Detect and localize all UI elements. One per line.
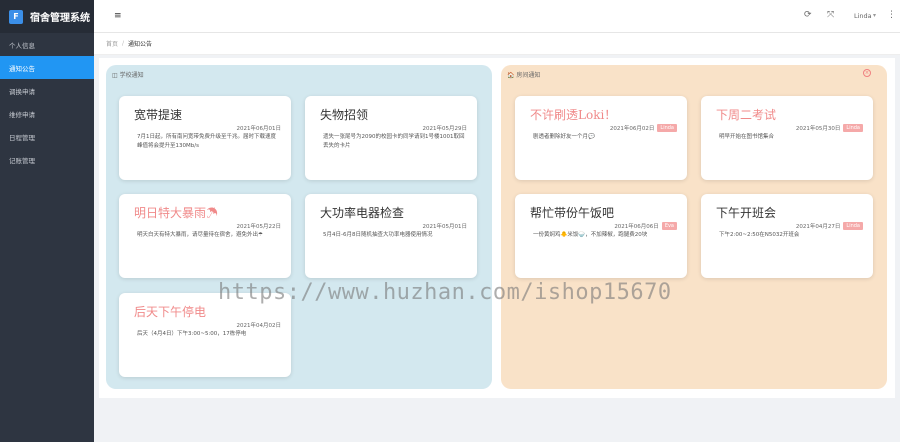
card-title: 下周二考试 (716, 108, 777, 122)
author-badge: Linda (843, 124, 863, 132)
sidebar-item-notices[interactable]: 通知公告 (0, 56, 94, 79)
card-meta: 2021年06月01日 (237, 124, 282, 132)
sidebar-item-profile[interactable]: 个人信息 (0, 33, 94, 56)
app-logo-icon: F (9, 9, 23, 24)
card-meta: 2021年05月30日 Linda (796, 124, 863, 132)
sidebar-item-accounting[interactable]: 记账管理 (0, 148, 94, 171)
card-body: 明早开始在图书馆集合 (719, 134, 775, 140)
card-body: 遗失一张尾号为2090的校园卡的同学请到1号楼1001取回丢失的卡片 (323, 134, 465, 149)
watermark-text: https://www.huzhan.com/ishop15670 (218, 280, 672, 305)
card-date: 2021年06月01日 (236, 126, 282, 132)
card-date: 2021年05月22日 (236, 224, 282, 230)
sidebar-item-swap-request[interactable]: 调换申请 (0, 79, 94, 102)
card-meta: 2021年05月01日 (423, 222, 468, 230)
notice-card[interactable]: 宽带提速 2021年06月01日 7月1日起，所有南问宽带免费升级至千兆。届时下… (119, 96, 291, 180)
card-meta: 2021年05月22日 (237, 222, 282, 230)
panel-title: 🏠 房间通知 (507, 72, 541, 79)
fullscreen-icon[interactable]: ⤧ (827, 10, 834, 20)
notice-card[interactable]: 不许刷透Loki！ 2021年06月02日 Linda 剧透者删除好友一个月💬 (515, 96, 687, 180)
card-title: 明日特大暴雨☂ (134, 206, 219, 220)
panel-title: ◫ 学校通知 (112, 72, 144, 79)
more-icon[interactable]: ⋮ (887, 10, 896, 20)
breadcrumb-home[interactable]: 首页 (106, 39, 118, 48)
menu-toggle-icon[interactable]: ≡ (114, 11, 122, 21)
card-date: 2021年06月06日 (614, 224, 659, 230)
notice-card[interactable]: 帮忙带份午饭吧 2021年06月06日 Eva 一份黄焖鸡🐥米饭🍚，不加辣椒，跑腿… (515, 194, 687, 278)
refresh-icon[interactable]: ⟳ (804, 10, 812, 20)
card-meta: 2021年04月02日 (237, 321, 282, 329)
sidebar-item-schedule[interactable]: 日程管理 (0, 125, 94, 148)
card-title: 宽带提速 (134, 108, 183, 122)
card-body: 明天白天有特大暴雨，请尽量待在宿舍，避免外出☂ (137, 232, 263, 238)
card-body: 下午2:00~2:50在N5032开班会 (719, 232, 800, 238)
notice-card[interactable]: 失物招领 2021年05月29日 遗失一张尾号为2090的校园卡的同学请到1号楼… (305, 96, 477, 180)
breadcrumb-separator: / (122, 40, 125, 47)
card-meta: 2021年04月27日 Linda (796, 222, 863, 230)
card-title: 失物招领 (320, 108, 369, 122)
card-meta: 2021年05月29日 (423, 124, 468, 132)
card-title: 后天下午停电 (134, 305, 207, 319)
notice-card[interactable]: 后天下午停电 2021年04月02日 后天（4月4日）下午3:00~5:00，1… (119, 293, 291, 377)
card-title: 大功率电器检查 (320, 206, 405, 220)
user-name[interactable]: Linda (854, 12, 872, 20)
card-body: 7月1日起，所有南问宽带免费升级至千兆。届时下载速度峰值将会提升至130Mb/s (137, 134, 277, 149)
card-title: 下午开班会 (716, 206, 777, 220)
card-date: 2021年06月02日 (609, 126, 655, 132)
notice-card[interactable]: 下午开班会 2021年04月27日 Linda 下午2:00~2:50在N5032… (701, 194, 873, 278)
breadcrumb: 首页 / 通知公告 (94, 33, 900, 55)
notice-card[interactable]: 明日特大暴雨☂ 2021年05月22日 明天白天有特大暴雨，请尽量待在宿舍，避免… (119, 194, 291, 278)
breadcrumb-current: 通知公告 (128, 41, 153, 48)
card-body: 一份黄焖鸡🐥米饭🍚，不加辣椒，跑腿费20块 (533, 232, 648, 238)
card-date: 2021年05月01日 (422, 224, 468, 230)
card-body: 剧透者删除好友一个月💬 (533, 134, 595, 140)
author-badge: Linda (843, 222, 863, 230)
card-date: 2021年05月29日 (422, 126, 468, 132)
card-body: 后天（4月4日）下午3:00~5:00，17栋停电 (137, 331, 247, 337)
card-meta: 2021年06月02日 Linda (610, 124, 677, 132)
notice-card[interactable]: 大功率电器检查 2021年05月01日 5月4日-6月8日随机抽查大功率电器使用… (305, 194, 477, 278)
chevron-down-icon[interactable]: ▾ (873, 12, 876, 19)
card-title: 不许刷透Loki！ (530, 108, 617, 122)
author-badge: Linda (657, 124, 677, 132)
brand: F 宿舍管理系统 (0, 0, 94, 33)
card-title: 帮忙带份午饭吧 (530, 206, 615, 220)
notice-card[interactable]: 下周二考试 2021年05月30日 Linda 明早开始在图书馆集合 (701, 96, 873, 180)
card-date: 2021年05月30日 (795, 126, 841, 132)
sidebar: F 宿舍管理系统 个人信息 通知公告 调换申请 维修申请 日程管理 记账管理 (0, 0, 94, 442)
room-notice-panel: 🏠 房间通知 × 不许刷透Loki！ 2021年06月02日 Linda 剧透者删… (501, 65, 887, 389)
main-content: ◫ 学校通知 宽带提速 2021年06月01日 7月1日起，所有南问宽带免费升级… (99, 58, 895, 398)
app-title: 宿舍管理系统 (30, 13, 90, 24)
author-badge: Eva (661, 222, 677, 230)
sidebar-item-repair-request[interactable]: 维修申请 (0, 102, 94, 125)
card-date: 2021年04月02日 (236, 323, 282, 329)
card-body: 5月4日-6月8日随机抽查大功率电器使用情况 (323, 232, 433, 238)
top-header: ≡ ⟳ ⤧ Linda ▾ ⋮ (94, 0, 900, 33)
card-meta: 2021年06月06日 Eva (614, 222, 677, 230)
school-notice-panel: ◫ 学校通知 宽带提速 2021年06月01日 7月1日起，所有南问宽带免费升级… (106, 65, 492, 389)
close-icon[interactable]: × (863, 69, 871, 77)
card-date: 2021年04月27日 (795, 224, 841, 230)
